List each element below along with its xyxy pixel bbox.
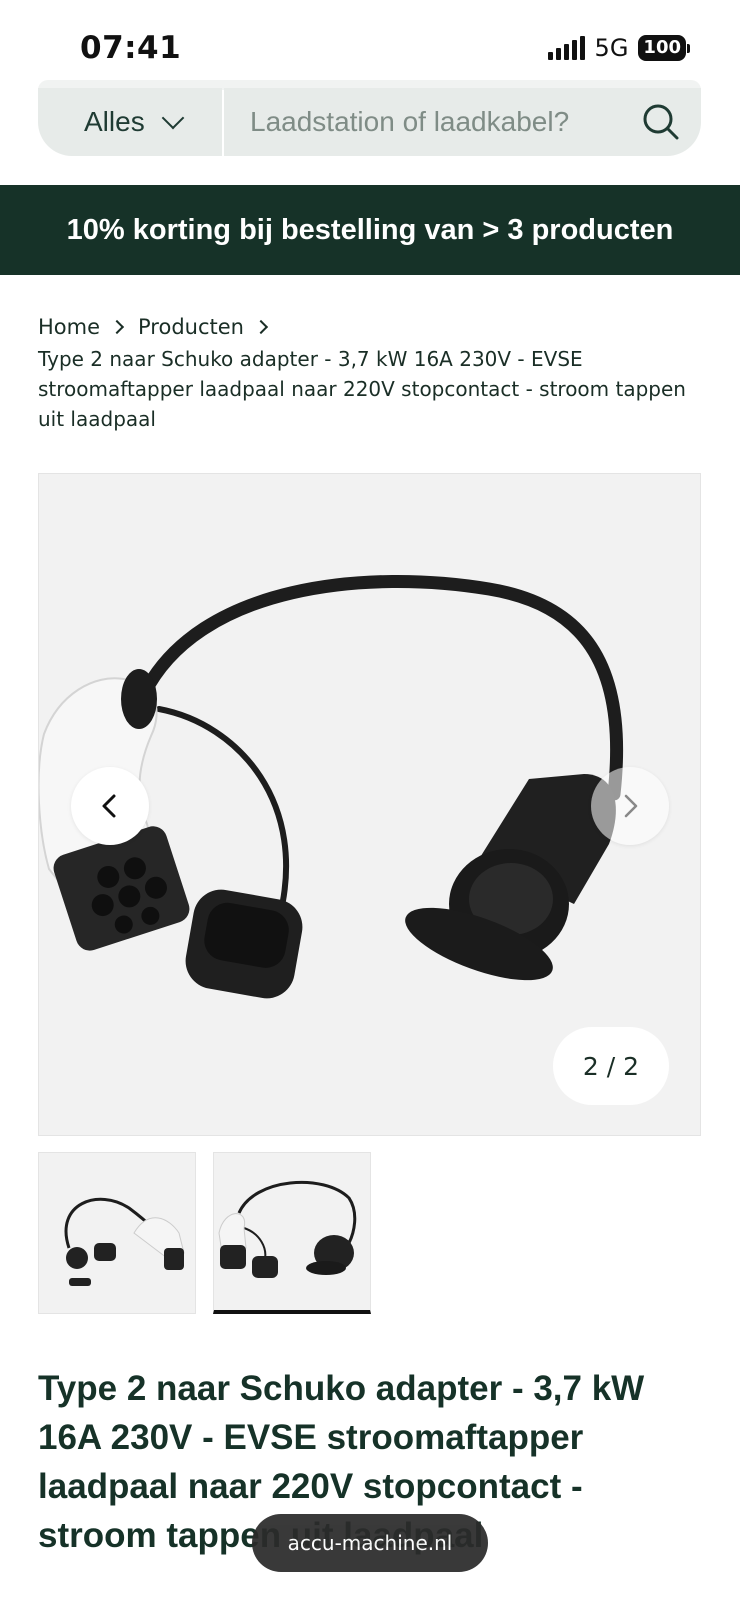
breadcrumb-current: Type 2 naar Schuko adapter - 3,7 kW 16A … [38, 347, 686, 431]
category-label: Alles [84, 106, 145, 137]
chevron-down-icon [161, 106, 185, 130]
gallery-counter: 2 / 2 [553, 1027, 669, 1105]
promo-text: 10% korting bij bestelling van > 3 produ… [66, 213, 674, 246]
status-indicators: 5G 100 [547, 34, 690, 62]
promo-banner: 10% korting bij bestelling van > 3 produ… [0, 185, 740, 275]
product-gallery[interactable]: 2 / 2 [38, 473, 701, 1136]
chevron-left-icon [102, 794, 116, 818]
search-bar: Alles [38, 80, 701, 156]
thumbnail-image [218, 1180, 357, 1278]
search-button[interactable] [621, 88, 701, 156]
gallery-prev-button[interactable] [71, 767, 149, 845]
search-icon [643, 104, 679, 140]
thumbnail-2[interactable] [213, 1152, 371, 1314]
battery-level: 100 [638, 35, 686, 61]
thumbnail-1[interactable] [38, 1152, 196, 1314]
breadcrumb-home[interactable]: Home [38, 312, 100, 342]
chevron-right-icon [253, 319, 269, 335]
url-bar[interactable]: accu-machine.nl [252, 1514, 488, 1572]
breadcrumb: Home Producten Type 2 naar Schuko adapte… [38, 312, 708, 434]
battery-icon: 100 [638, 35, 690, 61]
chevron-right-icon [624, 794, 638, 818]
signal-icon [547, 36, 585, 60]
category-dropdown[interactable]: Alles [38, 88, 224, 156]
chevron-right-icon [109, 319, 125, 335]
status-bar: 07:41 5G 100 [0, 0, 740, 90]
gallery-next-button[interactable] [591, 767, 669, 845]
breadcrumb-products[interactable]: Producten [138, 312, 244, 342]
network-type: 5G [594, 34, 629, 62]
search-input[interactable] [224, 88, 621, 156]
thumbnail-image [64, 1197, 185, 1286]
status-time: 07:41 [80, 30, 182, 66]
